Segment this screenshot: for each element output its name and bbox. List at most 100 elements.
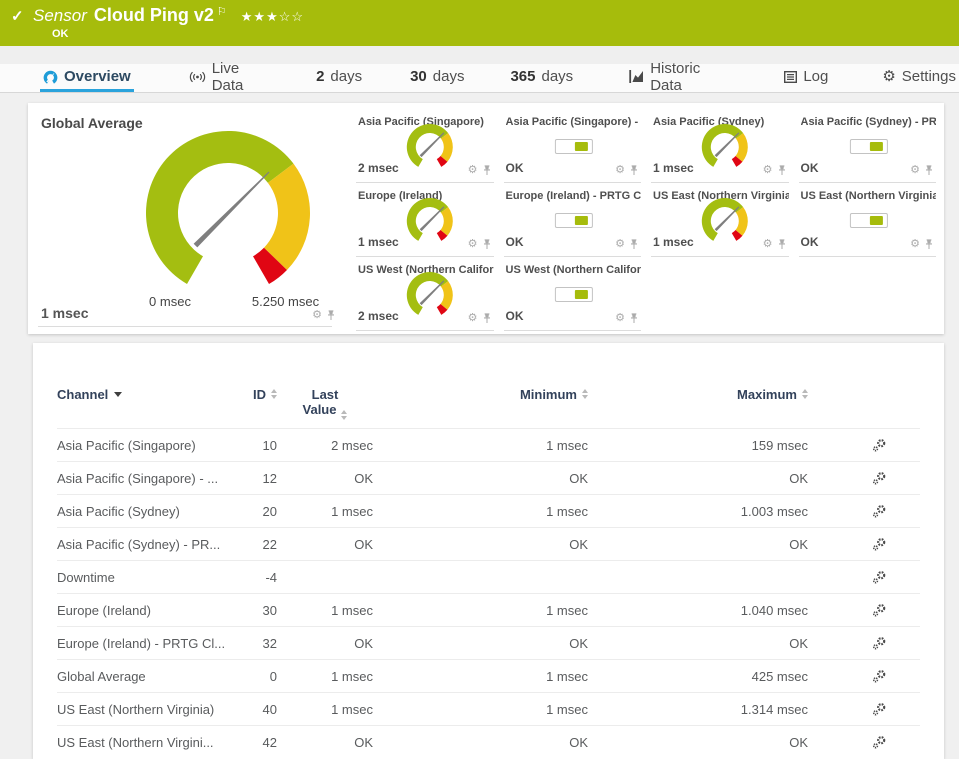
column-header-min[interactable]: Minimum — [373, 387, 588, 420]
tab-365-days[interactable]: 365days — [507, 64, 576, 92]
table-row[interactable]: Downtime-4 — [57, 560, 920, 593]
channel-settings-button[interactable] — [872, 636, 887, 651]
column-header-id[interactable]: ID — [247, 387, 277, 420]
channel-gauge-grid: Asia Pacific (Singapore)2 msec⚙Asia Paci… — [346, 103, 944, 334]
channel-settings-button[interactable] — [872, 537, 887, 552]
channel-settings-button[interactable] — [872, 438, 887, 453]
table-row[interactable]: Asia Pacific (Sydney) - PR...22OKOKOK — [57, 527, 920, 560]
cell-channel: Europe (Ireland) - PRTG Cl... — [57, 636, 247, 651]
pin-icon[interactable] — [629, 313, 639, 324]
tab-historic-data[interactable]: Historic Data — [626, 64, 735, 92]
channel-settings-button[interactable] — [872, 471, 887, 486]
cell-value: 1 msec — [358, 235, 399, 249]
channel-settings-button[interactable] — [872, 669, 887, 684]
cell-value: 1 msec — [653, 161, 694, 175]
table-row[interactable]: Europe (Ireland) - PRTG Cl...32OKOKOK — [57, 626, 920, 659]
cell-minimum: 1 msec — [373, 504, 588, 519]
table-row[interactable]: Asia Pacific (Singapore) - ...12OKOKOK — [57, 461, 920, 494]
tab-label: Historic Data — [650, 60, 732, 94]
sort-icon — [341, 410, 347, 420]
status-check-icon: ✓ — [11, 7, 24, 25]
gear-icon[interactable]: ⚙ — [615, 313, 625, 324]
channel-settings-button[interactable] — [872, 570, 887, 585]
mini-gauge-svg — [406, 271, 454, 316]
pin-icon[interactable] — [482, 239, 492, 250]
gear-icon[interactable]: ⚙ — [312, 310, 322, 321]
cell-action-icons: ⚙ — [615, 165, 639, 176]
table-row[interactable]: US East (Northern Virgini...42OKOKOK — [57, 725, 920, 758]
pin-icon[interactable] — [629, 239, 639, 250]
gear-icon[interactable]: ⚙ — [763, 165, 773, 176]
channel-settings-button[interactable] — [872, 702, 887, 717]
header-gap — [0, 46, 959, 64]
cell-value: OK — [506, 161, 524, 175]
cell-maximum: 1.003 msec — [588, 504, 808, 519]
pin-icon[interactable] — [924, 165, 934, 176]
table-row[interactable]: US East (Northern Virginia)401 msec1 mse… — [57, 692, 920, 725]
global-average-panel: Global Average 0 msec 5.250 msec 1 msec … — [28, 103, 346, 334]
tab-overview[interactable]: Overview — [40, 64, 134, 92]
broadcast-icon — [189, 71, 206, 83]
cell-id: 12 — [247, 471, 277, 486]
channel-settings-button[interactable] — [872, 603, 887, 618]
priority-flag-icon: ⚐ — [217, 5, 227, 18]
gear-icon[interactable]: ⚙ — [468, 239, 478, 250]
status-toggle-indicator — [555, 287, 593, 302]
sensor-header: ✓ Sensor Cloud Ping v2 ⚐ ★★★☆☆ OK — [0, 0, 959, 46]
pin-icon[interactable] — [924, 239, 934, 250]
gear-icon[interactable]: ⚙ — [615, 165, 625, 176]
gear-icon[interactable]: ⚙ — [468, 165, 478, 176]
cell-minimum: 1 msec — [373, 702, 588, 717]
mini-gauge — [406, 271, 454, 321]
column-header-channel[interactable]: Channel — [57, 387, 247, 420]
mini-gauge — [406, 123, 454, 173]
channel-settings-gears-icon — [872, 702, 887, 717]
pin-icon[interactable] — [629, 165, 639, 176]
gear-icon[interactable]: ⚙ — [763, 239, 773, 250]
tab-log[interactable]: Log — [781, 64, 831, 92]
tab-2-days[interactable]: 2days — [313, 64, 365, 92]
tab-30-days[interactable]: 30days — [407, 64, 467, 92]
table-row[interactable]: Asia Pacific (Singapore)102 msec1 msec15… — [57, 428, 920, 461]
status-toggle-indicator — [555, 213, 593, 228]
pin-icon[interactable] — [482, 165, 492, 176]
gear-icon[interactable]: ⚙ — [468, 313, 478, 324]
cell-maximum: 1.314 msec — [588, 702, 808, 717]
channel-settings-button[interactable] — [872, 504, 887, 519]
table-row[interactable]: Global Average01 msec1 msec425 msec — [57, 659, 920, 692]
pin-icon[interactable] — [777, 165, 787, 176]
mini-gauge-svg — [406, 197, 454, 242]
cell-minimum: OK — [373, 537, 588, 552]
column-header-last[interactable]: LastValue — [277, 387, 373, 420]
column-header-max[interactable]: Maximum — [588, 387, 808, 420]
global-average-gauge — [142, 127, 314, 291]
cell-title: US West (Northern California)... — [506, 264, 642, 276]
status-toggle-indicator — [555, 139, 593, 154]
table-row[interactable]: Europe (Ireland)301 msec1 msec1.040 msec — [57, 593, 920, 626]
cell-maximum: OK — [588, 471, 808, 486]
gear-icon[interactable]: ⚙ — [910, 165, 920, 176]
channel-cell: US East (Northern Virginia)1 msec⚙ — [651, 183, 789, 257]
cell-value: 2 msec — [358, 309, 399, 323]
tab-live-data[interactable]: Live Data — [186, 64, 275, 92]
priority-stars[interactable]: ★★★☆☆ — [241, 9, 304, 25]
gear-icon[interactable]: ⚙ — [910, 239, 920, 250]
cell-maximum: OK — [588, 537, 808, 552]
cell-value: OK — [801, 235, 819, 249]
cell-title: US East (Northern Virginia) - ... — [801, 190, 937, 202]
pin-icon[interactable] — [777, 239, 787, 250]
pin-icon[interactable] — [326, 310, 336, 321]
status-toggle-indicator — [850, 139, 888, 154]
cell-action-icons: ⚙ — [615, 239, 639, 250]
mini-gauge — [701, 123, 749, 173]
gear-icon: ⚙ — [882, 69, 895, 84]
channel-settings-gears-icon — [872, 603, 887, 618]
table-row[interactable]: Asia Pacific (Sydney)201 msec1 msec1.003… — [57, 494, 920, 527]
tab-label: days — [433, 68, 465, 85]
gear-icon[interactable]: ⚙ — [615, 239, 625, 250]
channel-cell: Asia Pacific (Sydney) - PRTG ...OK⚙ — [799, 109, 937, 183]
tab-settings[interactable]: ⚙Settings — [879, 64, 959, 92]
channel-settings-button[interactable] — [872, 735, 887, 750]
pin-icon[interactable] — [482, 313, 492, 324]
cell-title: Asia Pacific (Sydney) - PRTG ... — [801, 116, 937, 128]
